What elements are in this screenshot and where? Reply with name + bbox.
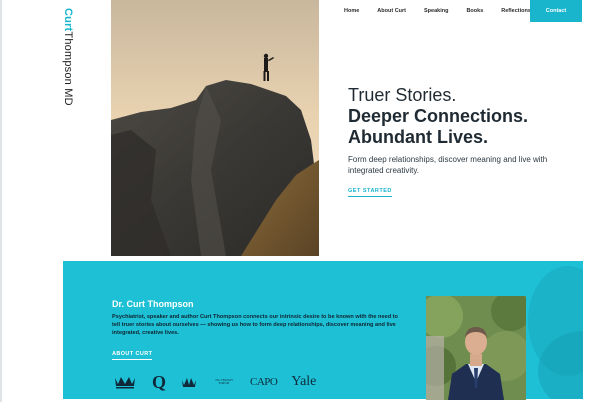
hero-headline-2: Deeper Connections. — [348, 106, 529, 126]
main-nav: Home About Curt Speaking Books Reflectio… — [330, 0, 582, 22]
about-curt-link[interactable]: ABOUT CURT — [112, 351, 153, 360]
capo-logo: CAPO — [250, 376, 278, 388]
author-portrait — [426, 296, 526, 400]
crown-logo-1 — [112, 372, 138, 392]
hero-image — [111, 0, 319, 256]
hero-subtitle: Form deep relationships, discover meanin… — [348, 155, 548, 175]
site-logo[interactable]: CurtThompson MD — [62, 8, 74, 106]
nav-speaking[interactable]: Speaking — [424, 0, 448, 14]
crown-icon — [182, 378, 197, 387]
yale-logo-text: Yale — [291, 374, 317, 389]
about-description: Psychiatrist, speaker and author Curt Th… — [112, 314, 398, 336]
hero-headline-3: Abundant Lives. — [348, 127, 489, 147]
hero-headline-1: Truer Stories. — [348, 85, 457, 105]
nav-reflections[interactable]: Reflections — [501, 0, 531, 14]
capo-logo-text: CAPO — [250, 376, 278, 388]
q-logo-text: Q — [152, 371, 167, 392]
nav-about-curt[interactable]: About Curt — [377, 0, 406, 14]
nav-books[interactable]: Books — [466, 0, 483, 14]
page-edge — [0, 0, 2, 402]
crown-icon — [115, 377, 135, 389]
crown-logo-2 — [180, 372, 198, 392]
brand-rest-name: Thompson MD — [62, 31, 74, 106]
nav-home[interactable]: Home — [344, 0, 359, 14]
q-logo: Q — [152, 372, 166, 393]
hero-section: Truer Stories. Deeper Connections. Abund… — [348, 85, 578, 197]
veritas-forum-logo: The VERITAS FORUM — [212, 377, 236, 386]
get-started-link[interactable]: GET STARTED — [348, 188, 392, 197]
affiliation-logos: Q The VERITAS FORUM CAPO Yale — [112, 371, 330, 393]
about-heading: Dr. Curt Thompson — [112, 299, 194, 309]
contact-button[interactable]: Contact — [530, 0, 582, 22]
brand-first-name: Curt — [62, 8, 74, 32]
veritas-forum-text: The VERITAS FORUM — [215, 377, 233, 385]
yale-logo: Yale — [291, 374, 316, 390]
